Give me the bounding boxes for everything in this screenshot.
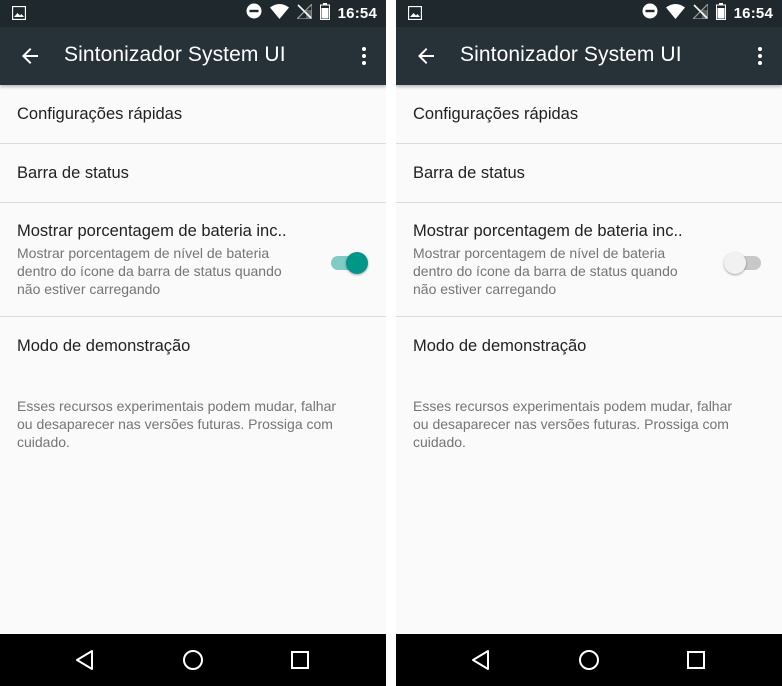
warning-footer: Esses recursos experimentais podem mudar… bbox=[17, 398, 337, 450]
setting-battery-percentage[interactable]: Mostrar porcentagem de bateria inc.. Mos… bbox=[0, 203, 386, 317]
battery-icon bbox=[715, 2, 726, 25]
back-arrow-icon[interactable] bbox=[18, 44, 42, 68]
setting-title: Barra de status bbox=[413, 163, 525, 182]
status-bar: 16:54 bbox=[0, 0, 386, 27]
setting-title: Mostrar porcentagem de bateria inc.. bbox=[413, 222, 683, 240]
status-bar: 16:54 bbox=[396, 0, 782, 27]
status-time: 16:54 bbox=[337, 5, 377, 22]
switch-thumb bbox=[724, 252, 746, 274]
phone-screen-left: 16:54 Sintonizador System UI Configuraçõ… bbox=[0, 0, 386, 686]
battery-percentage-switch[interactable] bbox=[330, 250, 368, 276]
page-title: Sintonizador System UI bbox=[460, 43, 682, 66]
battery-icon bbox=[319, 2, 330, 25]
warning-footer: Esses recursos experimentais podem mudar… bbox=[413, 398, 733, 450]
setting-demo-mode[interactable]: Modo de demonstração bbox=[0, 317, 386, 375]
setting-quick-settings[interactable]: Configurações rápidas bbox=[396, 85, 782, 144]
setting-quick-settings[interactable]: Configurações rápidas bbox=[0, 85, 386, 144]
no-signal-icon bbox=[295, 2, 313, 24]
overflow-menu-icon[interactable] bbox=[356, 44, 372, 68]
do-not-disturb-icon bbox=[246, 3, 262, 24]
settings-list: Configurações rápidas Barra de status Mo… bbox=[0, 85, 386, 375]
setting-title: Mostrar porcentagem de bateria inc.. bbox=[17, 222, 287, 240]
nav-recents-icon[interactable] bbox=[684, 648, 708, 672]
phone-screen-right: 16:54 Sintonizador System UI Configuraçõ… bbox=[396, 0, 782, 686]
setting-title: Barra de status bbox=[17, 163, 129, 182]
setting-summary: Mostrar porcentagem de nível de bateria … bbox=[17, 245, 282, 297]
status-icons: 16:54 bbox=[246, 0, 377, 27]
setting-demo-mode[interactable]: Modo de demonstração bbox=[396, 317, 782, 375]
image-icon bbox=[11, 5, 27, 25]
screens-container: 16:54 Sintonizador System UI Configuraçõ… bbox=[0, 0, 782, 686]
do-not-disturb-icon bbox=[642, 3, 658, 24]
setting-summary: Mostrar porcentagem de nível de bateria … bbox=[413, 245, 678, 297]
back-arrow-icon[interactable] bbox=[414, 44, 438, 68]
overflow-menu-icon[interactable] bbox=[752, 44, 768, 68]
setting-title: Configurações rápidas bbox=[413, 104, 579, 123]
setting-title: Modo de demonstração bbox=[17, 336, 191, 355]
setting-status-bar[interactable]: Barra de status bbox=[396, 144, 782, 203]
battery-percentage-switch[interactable] bbox=[724, 250, 762, 276]
status-icons: 16:54 bbox=[642, 0, 773, 27]
settings-list: Configurações rápidas Barra de status Mo… bbox=[396, 85, 782, 375]
navigation-bar bbox=[0, 634, 386, 686]
switch-thumb bbox=[346, 252, 368, 274]
no-signal-icon bbox=[691, 2, 709, 24]
setting-battery-percentage[interactable]: Mostrar porcentagem de bateria inc.. Mos… bbox=[396, 203, 782, 317]
wifi-icon bbox=[665, 3, 685, 24]
page-title: Sintonizador System UI bbox=[64, 43, 286, 66]
wifi-icon bbox=[269, 3, 289, 24]
app-toolbar: Sintonizador System UI bbox=[0, 27, 386, 85]
image-icon bbox=[407, 5, 423, 25]
setting-title: Configurações rápidas bbox=[17, 104, 183, 123]
nav-back-icon[interactable] bbox=[470, 648, 494, 672]
setting-status-bar[interactable]: Barra de status bbox=[0, 144, 386, 203]
setting-title: Modo de demonstração bbox=[413, 336, 587, 355]
nav-home-icon[interactable] bbox=[181, 648, 205, 672]
app-toolbar: Sintonizador System UI bbox=[396, 27, 782, 85]
nav-recents-icon[interactable] bbox=[288, 648, 312, 672]
nav-back-icon[interactable] bbox=[74, 648, 98, 672]
nav-home-icon[interactable] bbox=[577, 648, 601, 672]
status-time: 16:54 bbox=[733, 5, 773, 22]
navigation-bar bbox=[396, 634, 782, 686]
